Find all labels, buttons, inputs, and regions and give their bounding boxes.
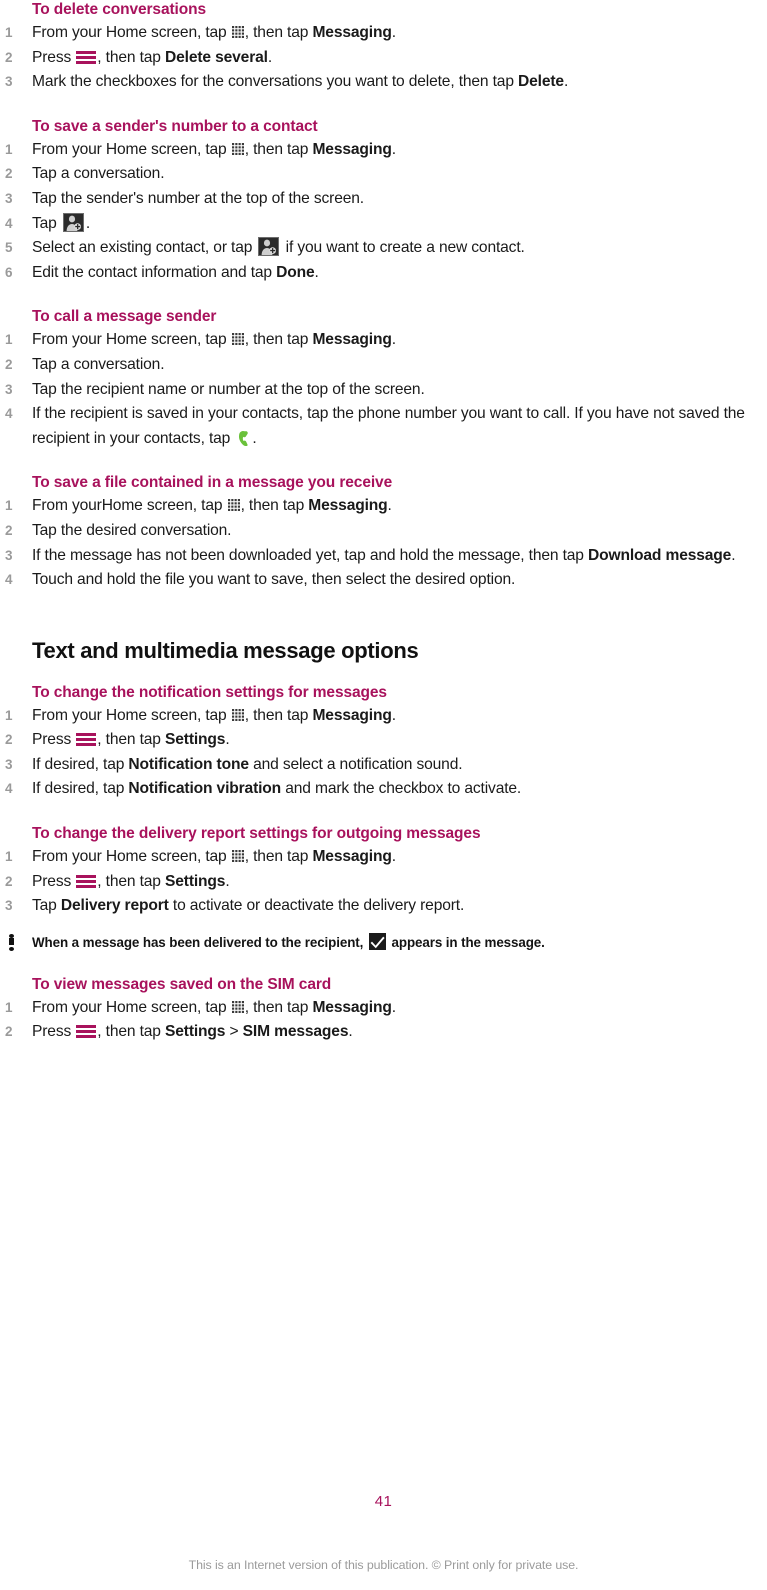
tip-note-delivery-report-settings: When a message has been delivered to the… [0,932,767,953]
section-heading-delete-conversations: To delete conversations [32,1,206,18]
step-item: If the recipient is saved in your contac… [5,402,745,447]
emphasis-text: Settings [165,872,226,890]
emphasis-text: Settings [165,731,226,749]
step-list-delivery-report-settings: From your Home screen, tap , then tap Me… [0,845,767,919]
emphasis-text: Messaging [312,331,392,349]
emphasis-text: Download message [588,546,732,564]
manual-page: To delete conversations From your Home sc… [0,0,767,1590]
step-item: Tap . [5,212,91,236]
step-item: If desired, tap Notification vibration a… [5,777,522,801]
apps-grid-icon [231,1000,244,1013]
delivered-check-icon [368,932,386,950]
section-heading-view-sim-messages: To view messages saved on the SIM card [32,975,332,993]
exclamation-icon [8,933,15,951]
step-item: Tap the sender's number at the top of th… [5,187,364,211]
step-item: Touch and hold the file you want to save… [5,568,516,592]
emphasis-text: Messaging [312,706,392,724]
section-heading-delivery-report-settings: To change the delivery report settings f… [32,825,481,843]
step-item: Press , then tap Settings. [5,728,230,752]
section-heading-save-file-in-message: To save a file contained in a message yo… [32,474,393,492]
step-item: If the message has not been downloaded y… [5,544,736,568]
emphasis-text: Messaging [312,998,392,1016]
section-heading-save-sender-number: To save a sender's number to a contact [32,117,318,135]
step-item: From your Home screen, tap , then tap Me… [5,996,396,1020]
step-list-save-sender-number: From your Home screen, tap , then tap Me… [0,138,767,286]
apps-grid-icon [231,26,244,38]
step-list-save-file-in-message: From yourHome screen, tap , then tap Mes… [0,494,767,592]
emphasis-text: Done [276,263,315,281]
step-item: Tap a conversation. [5,162,165,186]
emphasis-text: Delete [518,73,564,91]
apps-grid-icon [227,499,240,512]
page-content: To delete conversations From your Home sc… [0,0,767,1045]
page-number: 41 [374,1493,393,1510]
emphasis-text: Delete several [165,48,268,66]
emphasis-text: Delivery report [60,897,169,915]
step-item: Tap the recipient name or number at the … [5,378,425,402]
step-item: Select an existing contact, or tap if yo… [5,236,525,260]
step-item: Edit the contact information and tap Don… [5,261,319,285]
menu-icon [76,732,97,747]
emphasis-text: Notification tone [128,755,249,773]
apps-grid-icon [231,142,244,155]
section-heading-notification-settings: To change the notification settings for … [32,683,387,701]
step-list-call-message-sender: From your Home screen, tap , then tap Me… [0,328,767,451]
step-item: From your Home screen, tap , then tap Me… [5,138,396,162]
step-item: Tap a conversation. [5,353,165,377]
step-item: From yourHome screen, tap , then tap Mes… [5,494,392,518]
step-item: Tap Delivery report to activate or deact… [5,894,465,918]
emphasis-text: Messaging [312,848,392,866]
apps-grid-icon [231,333,244,346]
add-contact-icon [62,212,84,232]
step-item: From your Home screen, tap , then tap Me… [5,21,396,45]
footer-copyright-note: This is an Internet version of this publ… [188,1558,579,1572]
emphasis-text: Messaging [312,140,392,158]
step-item: Press , then tap Settings. [5,870,230,894]
apps-grid-icon [231,708,244,721]
emphasis-text: SIM messages [242,1023,349,1041]
emphasis-text: Messaging [308,497,388,515]
step-item: Mark the checkboxes for the conversation… [5,70,569,94]
menu-icon [76,874,97,889]
step-item: From your Home screen, tap , then tap Me… [5,328,396,352]
menu-icon [76,1024,97,1039]
emphasis-text: Settings [165,1023,226,1041]
step-item: From your Home screen, tap , then tap Me… [5,845,396,869]
step-list-delete-conversations: From your Home screen, tap , then tap Me… [0,21,767,95]
menu-icon [76,50,97,65]
emphasis-text: Messaging [312,24,392,41]
chapter-heading: Text and multimedia message options [32,637,419,663]
step-list-view-sim-messages: From your Home screen, tap , then tap Me… [0,996,767,1045]
phone-icon [235,430,251,446]
step-item: If desired, tap Notification tone and se… [5,753,463,777]
step-item: Press , then tap Settings > SIM messages… [5,1020,353,1044]
apps-grid-icon [231,850,244,863]
emphasis-text: Notification vibration [128,780,282,798]
add-contact-icon [258,237,280,257]
step-item: Tap the desired conversation. [5,519,232,543]
section-heading-call-message-sender: To call a message sender [32,308,217,326]
step-list-notification-settings: From your Home screen, tap , then tap Me… [0,704,767,802]
step-item: From your Home screen, tap , then tap Me… [5,704,396,728]
step-item: Press , then tap Delete several. [5,46,273,70]
